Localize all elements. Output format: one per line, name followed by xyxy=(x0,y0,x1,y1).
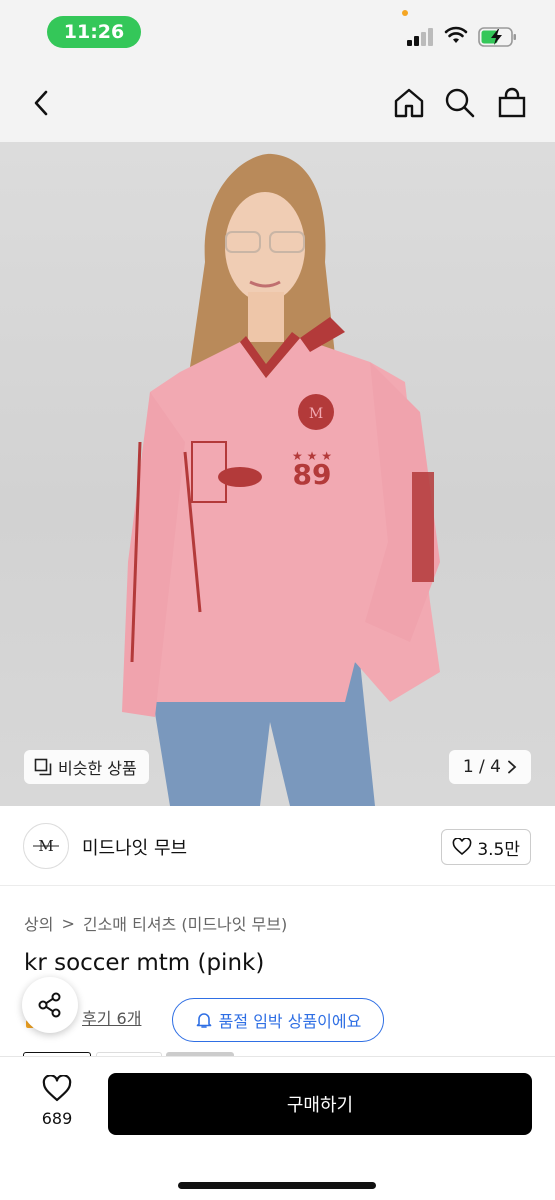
shop-like-count: 3.5만 xyxy=(477,839,520,860)
shop-name[interactable]: 미드나잇 무브 xyxy=(82,834,187,860)
page-counter-text: 1 / 4 xyxy=(462,757,501,777)
wifi-icon xyxy=(444,26,468,43)
svg-text:★ ★ ★: ★ ★ ★ xyxy=(292,449,332,463)
low-stock-label: 품절 임박 상품이에요 xyxy=(218,1012,362,1031)
product-title: kr soccer mtm (pink) xyxy=(24,950,265,976)
status-time: 11:26 xyxy=(47,16,141,48)
shop-logo-emblem: M xyxy=(33,837,59,855)
breadcrumb-subcategory[interactable]: 긴소매 티셔츠 (미드나잇 무브) xyxy=(83,911,287,935)
svg-text:M: M xyxy=(309,406,323,422)
status-bar: 11:26 xyxy=(0,0,555,66)
breadcrumb-category[interactable]: 상의 xyxy=(24,911,53,935)
low-stock-badge[interactable]: 품절 임박 상품이에요 xyxy=(172,998,384,1042)
wishlist-button[interactable]: 689 xyxy=(32,1074,82,1128)
back-chevron-icon[interactable] xyxy=(24,86,58,120)
heart-icon xyxy=(42,1074,72,1102)
home-icon[interactable] xyxy=(392,86,426,120)
heart-icon xyxy=(452,838,472,856)
search-icon[interactable] xyxy=(443,86,477,120)
nav-bar xyxy=(0,66,555,142)
similar-products-button[interactable]: 비슷한 상품 xyxy=(24,750,149,784)
signal-icon xyxy=(407,28,433,46)
breadcrumb-separator: > xyxy=(61,913,75,933)
similar-products-label: 비슷한 상품 xyxy=(58,759,137,778)
share-button[interactable] xyxy=(22,977,78,1033)
chevron-right-icon xyxy=(508,760,517,774)
image-page-counter[interactable]: 1 / 4 xyxy=(448,750,531,784)
buy-button[interactable]: 구매하기 xyxy=(108,1073,532,1135)
home-indicator xyxy=(178,1182,376,1189)
shop-logo[interactable]: M xyxy=(23,823,69,869)
product-image-gallery[interactable]: M 89 ★ ★ ★ 비슷한 상품 1 / 4 xyxy=(0,142,555,806)
bell-icon xyxy=(196,1013,211,1028)
breadcrumb: 상의 > 긴소매 티셔츠 (미드나잇 무브) xyxy=(24,911,287,935)
shop-like-button[interactable]: 3.5만 xyxy=(441,829,531,865)
wishlist-count: 689 xyxy=(41,1109,73,1128)
product-photo: M 89 ★ ★ ★ xyxy=(122,153,440,806)
shop-row[interactable]: M 미드나잇 무브 3.5만 xyxy=(0,806,555,886)
share-icon xyxy=(38,992,61,1018)
privacy-indicator-dot xyxy=(402,10,408,16)
similar-products-icon xyxy=(34,758,52,776)
battery-charging-icon xyxy=(478,27,516,47)
bottom-action-bar: 689 구매하기 xyxy=(0,1056,555,1200)
review-link[interactable]: 후기 6개 xyxy=(82,1005,141,1029)
shopping-bag-icon[interactable] xyxy=(495,86,529,120)
